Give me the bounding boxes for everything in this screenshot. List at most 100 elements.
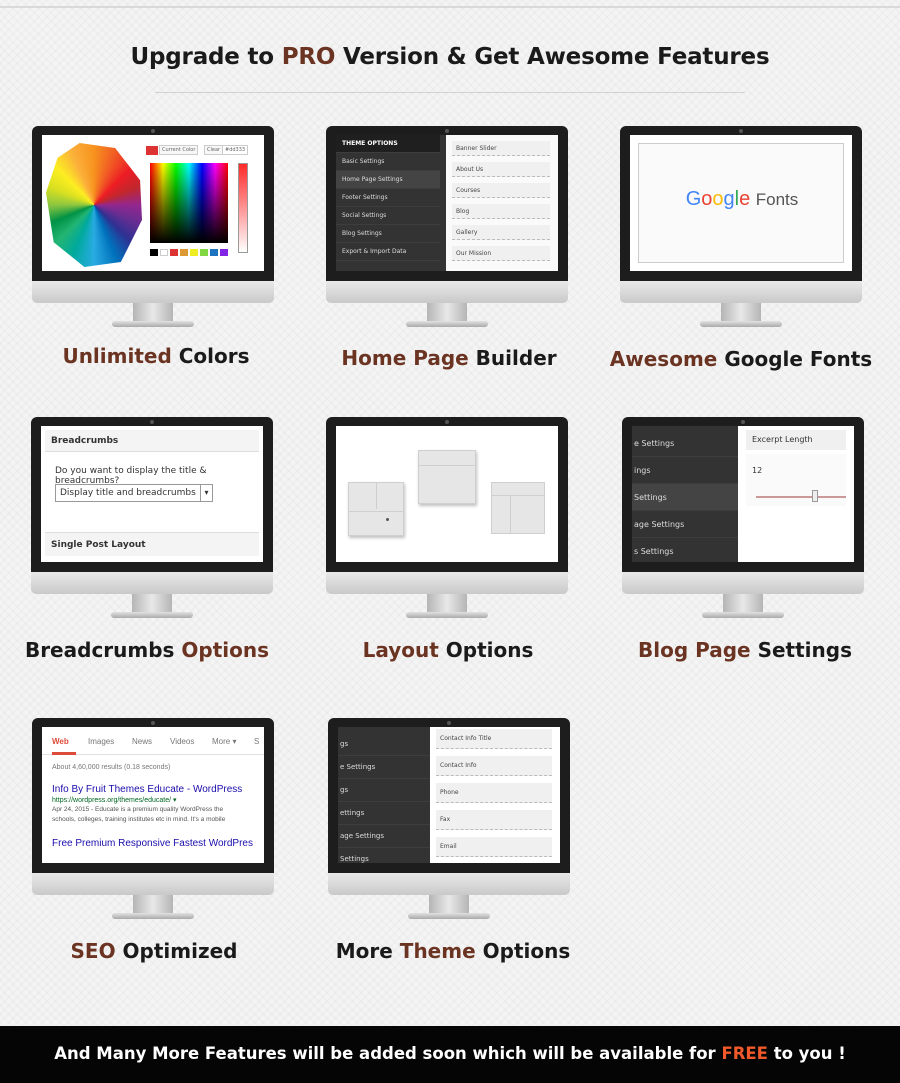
tab-web: Web [52,737,69,746]
menu-item: Blog Settings [336,225,440,243]
monitor-chin [622,572,864,594]
caption-accent: Layout [362,638,439,662]
camera-dot [447,721,451,725]
caption-rest: Google Fonts [717,347,873,371]
screen-blog-settings: e Settings ings Settings age Settings s … [632,426,854,562]
options-menu: THEME OPTIONS Basic Settings Home Page S… [336,135,440,271]
caption-unlimited-colors: Unlimited Colors [6,344,306,368]
clear-button: Clear [204,145,224,155]
caption-rest: Colors [171,344,250,368]
screen-breadcrumbs: Breadcrumbs Do you want to display the t… [41,426,263,562]
blog-menu: e Settings ings Settings age Settings s … [632,426,738,562]
monitor-bezel: Current Color Clear #dd333 [32,126,274,281]
tab-news: News [132,737,153,746]
caption-lead: Breadcrumbs [24,638,182,662]
monitor-chin [326,572,568,594]
single-post-layout-heading: Single Post Layout [45,532,259,556]
layout-thumb-sidebar [491,482,545,534]
caption-accent: Blog Page [638,638,751,662]
menu-item: gs [338,733,430,756]
camera-dot [739,129,743,133]
field-row: Email [436,837,552,857]
breadcrumbs-heading: Breadcrumbs [45,430,259,452]
palette-chips [150,249,228,256]
caption-lead: More [335,939,400,963]
field-row: Fax [436,810,552,830]
monitor-breadcrumbs: Breadcrumbs Do you want to display the t… [31,417,273,627]
monitor-neck [721,303,761,321]
camera-dot [445,129,449,133]
menu-item: Social Settings [336,207,440,225]
camera-dot [741,420,745,424]
menu-item: Export & Import Data [336,243,440,261]
result-title-2: Free Premium Responsive Fastest WordPres [52,838,253,849]
footer-before: And Many More Features will be added soo… [54,1044,722,1063]
color-wheel [46,143,142,267]
menu-item: s Settings [632,538,738,562]
caption-home-page-builder: Home Page Builder [299,346,599,370]
more-options-menu: gs e Settings gs ettings age Settings Se… [338,727,430,863]
layout-thumb-fullwidth [418,450,476,504]
monitor-neck [429,895,469,913]
tab-search: S [254,737,260,746]
monitor-neck [133,895,173,913]
camera-dot [151,129,155,133]
screen-layouts [336,426,558,562]
title-divider [155,92,745,93]
field-row: About Us [452,162,550,177]
footer-banner: And Many More Features will be added soo… [0,1026,900,1083]
monitor-layout [326,417,568,627]
result-snippet-1: Apr 24, 2015 - Educate is a premium qual… [52,806,224,813]
menu-item: e Settings [338,756,430,779]
title-before: Upgrade to [130,44,282,70]
menu-item: age Settings [338,825,430,848]
camera-dot [445,420,449,424]
menu-item: ettings [338,802,430,825]
field-row: Our Mission [452,246,550,261]
chevron-down-icon: ▾ [200,485,212,501]
monitor-chin [328,873,570,895]
monitor-bezel: Breadcrumbs Do you want to display the t… [31,417,273,572]
footer-free: FREE [721,1044,768,1063]
breadcrumbs-question: Do you want to display the title & bread… [55,466,207,486]
result-title-1: Info By Fruit Themes Educate - WordPress [52,784,243,795]
monitor-bezel: Google Fonts [620,126,862,281]
font-preview-box: Google Fonts [638,143,844,263]
caption-rest: Optimized [115,939,238,963]
monitor-foot [112,321,194,327]
screen-theme-options: THEME OPTIONS Basic Settings Home Page S… [336,135,558,271]
caption-seo-optimized: SEO Optimized [4,939,304,963]
result-url-1: https://wordpress.org/themes/educate/ ▾ [52,797,177,804]
caption-accent: Unlimited [62,344,172,368]
monitor-neck [427,594,467,612]
monitor-chin [31,572,273,594]
current-color-swatch [146,146,158,155]
footer-after: to you ! [767,1044,846,1063]
top-rule [0,0,900,8]
monitor-chin [620,281,862,303]
monitor-foot [702,612,784,618]
tab-videos: Videos [170,737,195,746]
menu-title: THEME OPTIONS [336,135,440,153]
caption-layout-options: Layout Options [298,638,598,662]
monitor-foot [112,913,194,919]
menu-item: Footer Settings [336,189,440,207]
camera-dot [150,420,154,424]
field-row: Blog [452,204,550,219]
monitor-foot [408,913,490,919]
menu-item: Basic Settings [336,153,440,171]
caption-blog-page-settings: Blog Page Settings [595,638,895,662]
screen-search-results: Web Images News Videos More ▾ S About 4,… [42,727,264,863]
hue-slider [238,163,248,253]
caption-rest: Builder [468,346,557,370]
result-stats: About 4,60,000 results (0.18 seconds) [52,764,171,771]
caption-rest: Options [438,638,534,662]
monitor-chin [326,281,568,303]
fonts-word: Fonts [755,190,799,209]
blog-fields: Excerpt Length 12 [738,426,854,562]
screen-more-theme-options: gs e Settings gs ettings age Settings Se… [338,727,560,863]
caption-accent: Options [181,638,270,662]
field-row: Courses [452,183,550,198]
caption-more-theme-options: More Theme Options [303,939,603,963]
hex-input: #dd333 [222,145,249,155]
